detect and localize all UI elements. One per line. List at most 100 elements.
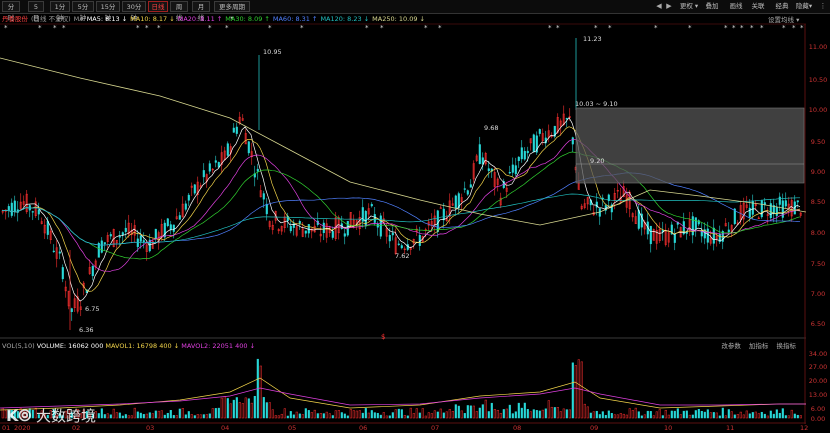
volume-legend: VOL(5,10) VOLUME: 16062 000 MAVOL1: 1679… — [0, 341, 255, 351]
volume-bar — [559, 411, 562, 419]
volume-bar — [694, 410, 697, 419]
volume-bar — [283, 408, 286, 419]
candle-body — [256, 168, 259, 172]
volume-bar — [763, 413, 766, 419]
candle-body — [13, 200, 16, 213]
volume-bar — [286, 415, 289, 419]
volume-bar — [361, 412, 364, 419]
volume-bar — [628, 408, 631, 419]
candle-body — [649, 225, 652, 245]
event-marker: * — [145, 24, 149, 32]
volume-bar — [307, 410, 310, 419]
volume-bar — [127, 415, 130, 419]
candle-body — [418, 234, 421, 246]
candle-body — [304, 230, 307, 234]
candle-body — [184, 203, 187, 210]
volume-bar — [325, 411, 328, 419]
volume-bar — [583, 403, 586, 419]
volume-bar — [403, 415, 406, 419]
candle-body — [37, 209, 40, 215]
volume-bar — [700, 410, 703, 419]
volume-bar — [232, 399, 235, 419]
volume-bar — [136, 411, 139, 419]
volume-bar — [709, 412, 712, 419]
add-indicator-button[interactable]: 加指标 — [749, 342, 769, 350]
vol-title[interactable]: VOL(5,10) — [2, 342, 35, 350]
candle-body — [166, 218, 169, 227]
volume-bar — [616, 414, 619, 419]
candle-body — [214, 160, 217, 163]
price-axis: 11.00 10.50 10.00 9.50 9.00 8.50 8.00 7.… — [806, 0, 830, 433]
volume-bar — [328, 413, 331, 419]
volume-bar — [706, 409, 709, 419]
volume-bar — [631, 410, 634, 419]
edit-params-button[interactable]: 改参数 — [721, 342, 741, 350]
price-tick: 7.50 — [810, 260, 826, 268]
candle-body — [514, 165, 517, 175]
volume-bar — [520, 407, 523, 419]
candle-body — [523, 150, 526, 160]
candle-body — [775, 207, 778, 216]
volume-tick: 20.00 — [808, 377, 828, 385]
volume-bar — [400, 409, 403, 419]
candle-body — [694, 217, 697, 230]
candle-body — [232, 127, 235, 133]
volume-bar — [751, 412, 754, 419]
volume-bar — [463, 413, 466, 419]
volume-bar — [322, 413, 325, 419]
candle-body — [100, 240, 103, 253]
candle-body — [91, 266, 94, 277]
candle-body — [508, 172, 511, 174]
volume-bar — [253, 395, 256, 419]
volume-bar — [292, 414, 295, 419]
volume-bar — [118, 412, 121, 419]
volume-bar — [373, 412, 376, 419]
price-tick: 9.50 — [810, 138, 826, 146]
volume-bar — [685, 410, 688, 419]
event-marker: * — [268, 24, 272, 32]
volume-bar — [772, 413, 775, 419]
event-marker: * — [724, 24, 728, 32]
kline-chart[interactable]: * * * * * * * * * * * * * * * * * * * * * * * * * * * * * $ — [0, 0, 806, 433]
volume-bar — [769, 410, 772, 419]
switch-indicator-button[interactable]: 换指标 — [777, 342, 797, 350]
volume-bar — [550, 406, 553, 419]
vol-value: VOLUME: 16062 000 — [36, 342, 104, 350]
volume-bar — [607, 410, 610, 419]
event-marker: * — [760, 24, 764, 32]
volume-bar — [703, 411, 706, 419]
candle-body — [121, 232, 124, 236]
volume-bar — [454, 404, 457, 419]
volume-bar — [448, 409, 451, 419]
mavol1-value: MAVOL1: 16798 400 ↓ — [105, 342, 180, 350]
event-marker: * — [688, 24, 692, 32]
candle-body — [673, 233, 676, 243]
volume-bar — [469, 405, 472, 419]
volume-bar — [343, 413, 346, 419]
volume-bar — [733, 414, 736, 419]
volume-tick: 34.00 — [808, 350, 828, 358]
volume-bar — [268, 402, 271, 419]
volume-bar — [124, 414, 127, 419]
event-marker: * — [53, 24, 57, 32]
volume-bar — [793, 413, 796, 419]
volume-bar — [493, 409, 496, 419]
volume-bar — [649, 411, 652, 419]
candle-body — [331, 231, 334, 238]
candle-body — [454, 195, 457, 209]
candle-body — [511, 164, 514, 173]
volume-bar — [796, 414, 799, 419]
event-marker: * — [438, 24, 442, 32]
volume-bar — [739, 411, 742, 419]
volume-bar — [154, 410, 157, 419]
volume-bar — [262, 397, 265, 419]
price-tick: 7.00 — [810, 290, 826, 298]
volume-bar — [193, 415, 196, 419]
volume-bar — [259, 365, 262, 419]
candle-body — [322, 222, 325, 234]
candle-body — [7, 206, 10, 211]
x-tick: 03 — [146, 424, 155, 432]
price-tick: 10.00 — [808, 106, 828, 114]
volume-bar — [409, 407, 412, 419]
volume-bar — [241, 403, 244, 419]
